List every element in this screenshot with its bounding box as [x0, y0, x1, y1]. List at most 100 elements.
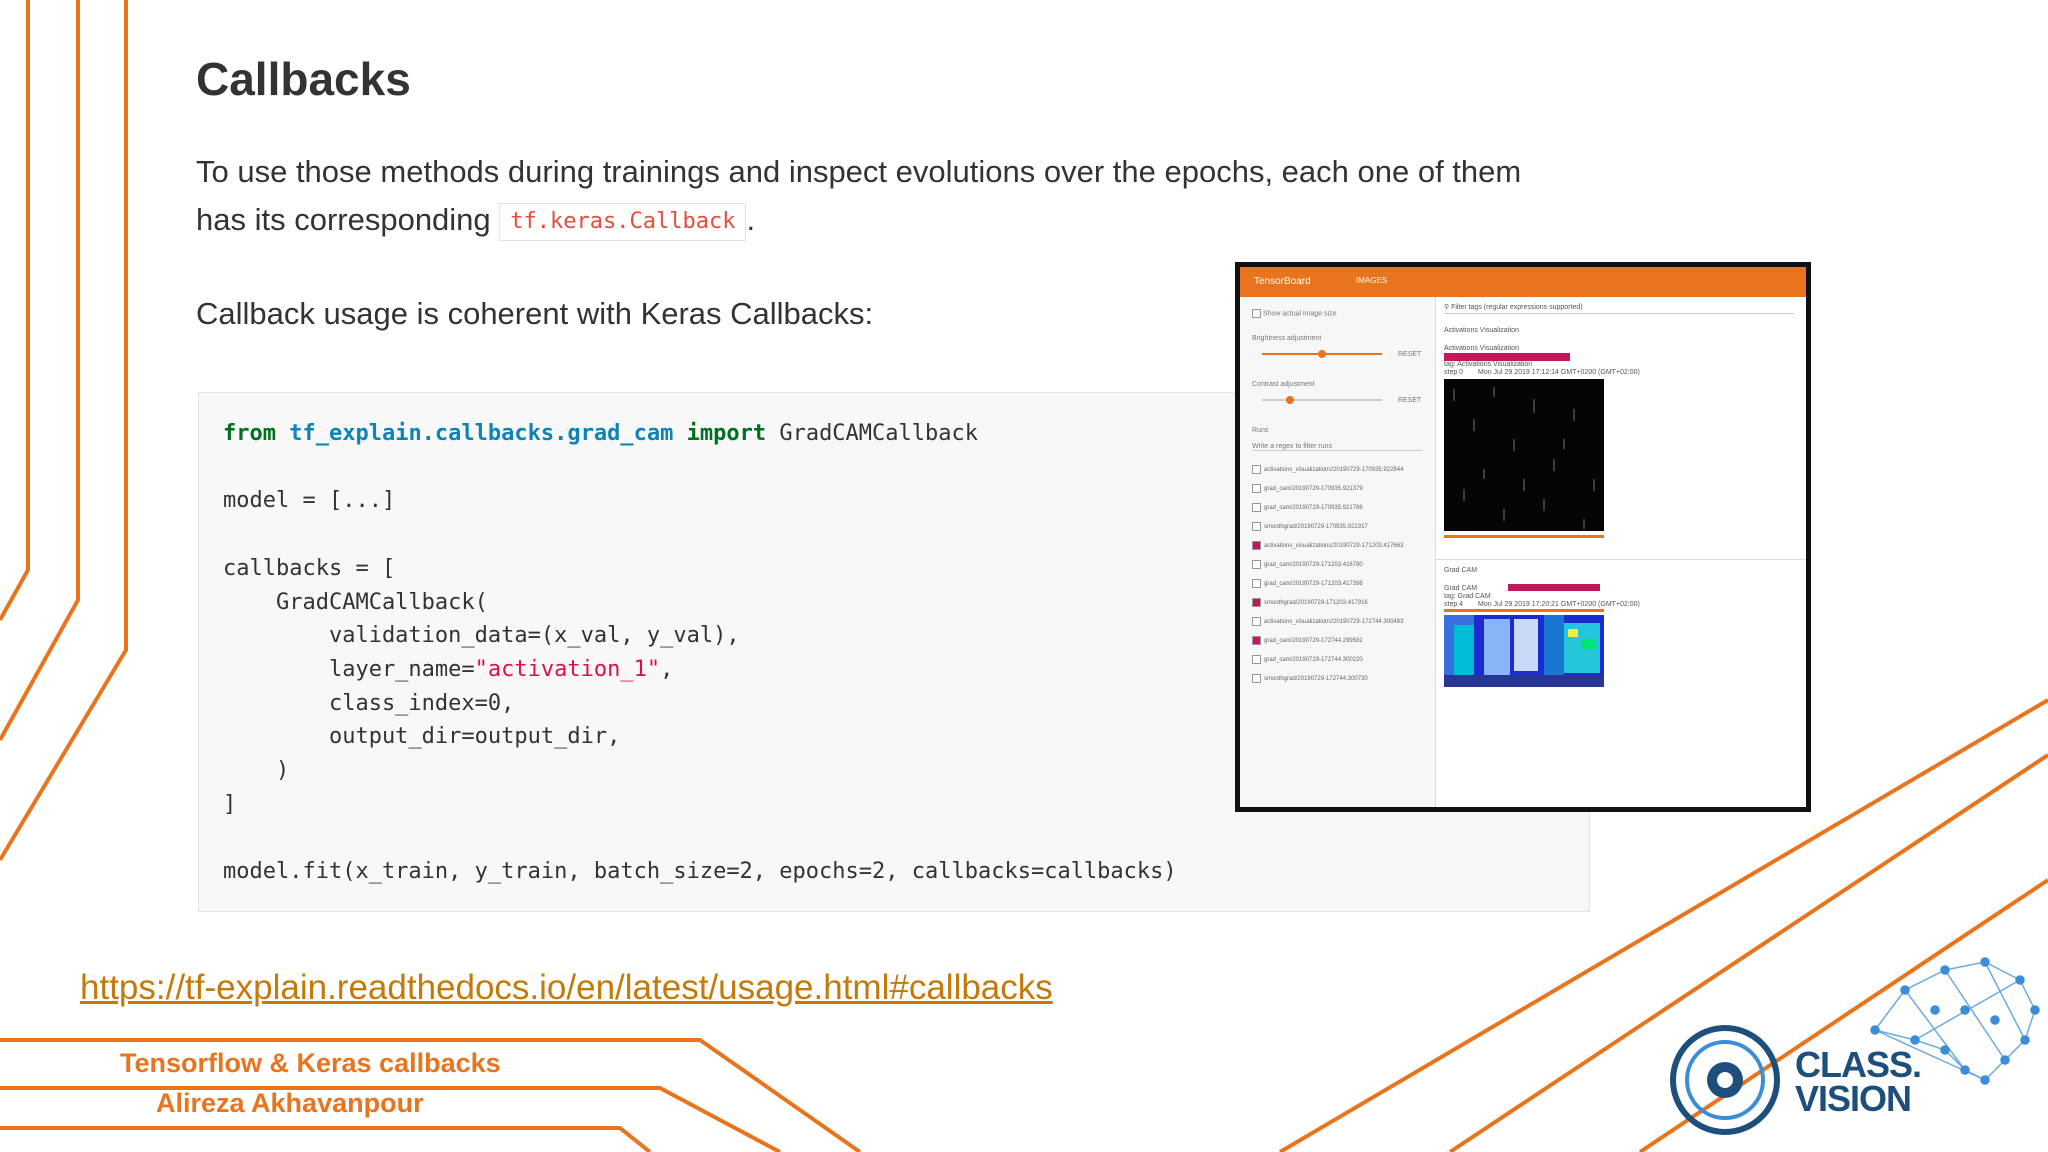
run-item[interactable]: smoothgrad/20190729-171203.417916: [1252, 598, 1432, 607]
filter-tags-placeholder: Filter tags (regular expressions support…: [1451, 304, 1583, 311]
section-divider: [1436, 559, 1806, 560]
intro-line2: has its corresponding: [196, 202, 491, 237]
card1-step: step 0: [1444, 369, 1464, 376]
brightness-reset[interactable]: RESET: [1398, 351, 1421, 358]
usage-paragraph: Callback usage is coherent with Keras Ca…: [196, 296, 874, 331]
contrast-label: Contrast adjustment: [1252, 381, 1315, 388]
tensorboard-screenshot: TensorBoard IMAGES Show actual image siz…: [1235, 262, 1811, 812]
run-item[interactable]: grad_cam/20190729-171203.416780: [1252, 560, 1432, 569]
search-icon: ⚲: [1444, 304, 1450, 311]
section-activations[interactable]: Activations Visualization: [1444, 327, 1519, 334]
run-label: smoothgrad/20190729-171203.417916: [1264, 600, 1368, 607]
brand-name: CLASS. VISION: [1795, 1047, 1922, 1119]
slide-title: Callbacks: [196, 53, 411, 105]
run-label: activations_visualizations/20190729-1727…: [1264, 619, 1404, 626]
run-checkbox[interactable]: [1252, 484, 1261, 493]
show-size-option[interactable]: Show actual image size: [1252, 309, 1337, 318]
run-checkbox[interactable]: [1252, 579, 1261, 588]
code-line-layer: layer_name=: [223, 656, 475, 682]
tensorboard-topbar: TensorBoard IMAGES: [1240, 267, 1806, 297]
footer-title: Tensorflow & Keras callbacks: [120, 1048, 501, 1078]
filter-tags-input[interactable]: ⚲ Filter tags (regular expressions suppo…: [1444, 303, 1794, 314]
run-label: smoothgrad/20190729-172744.300730: [1264, 676, 1368, 683]
card1-title: Activations Visualization: [1444, 345, 1519, 352]
card2-date: Mon Jul 29 2019 17:20:21 GMT+0200 (GMT+0…: [1478, 601, 1640, 608]
run-label: grad_cam/20190729-170935.921379: [1264, 486, 1363, 493]
footer-author: Alireza Akhavanpour: [156, 1088, 424, 1118]
card1-date: Mon Jul 29 2019 17:12:14 GMT+0200 (GMT+0…: [1478, 369, 1640, 376]
inline-code-callback: tf.keras.Callback: [499, 202, 747, 241]
run-checkbox[interactable]: [1252, 617, 1261, 626]
code-line-close-paren: ): [223, 758, 290, 784]
gradcam-heatmap-image: [1444, 615, 1604, 687]
code-layer-comma: ,: [660, 656, 674, 682]
runs-filter-input[interactable]: Write a regex to filter runs: [1252, 443, 1422, 451]
docs-link[interactable]: https://tf-explain.readthedocs.io/en/lat…: [80, 968, 1053, 1008]
run-item[interactable]: grad_cam/20190729-172744.299582: [1252, 636, 1432, 645]
code-line-ctor: GradCAMCallback(: [223, 589, 488, 615]
brand-line2: VISION: [1795, 1078, 1912, 1119]
run-item[interactable]: grad_cam/20190729-170935.921786: [1252, 503, 1432, 512]
code-kw-from: from: [223, 421, 276, 446]
run-item[interactable]: smoothgrad/20190729-170935.922317: [1252, 522, 1432, 531]
run-checkbox[interactable]: [1252, 655, 1261, 664]
intro-suffix: .: [746, 202, 756, 237]
run-label: grad_cam/20190729-170935.921786: [1264, 505, 1363, 512]
run-checkbox[interactable]: [1252, 674, 1261, 683]
run-label: grad_cam/20190729-172744.300220: [1264, 657, 1363, 664]
contrast-slider[interactable]: [1262, 399, 1382, 401]
activation-image: [1444, 379, 1604, 531]
intro-paragraph: To use those methods during trainings an…: [196, 148, 1596, 244]
run-checkbox[interactable]: [1252, 598, 1261, 607]
code-text: from tf_explain.callbacks.grad_cam impor…: [223, 417, 1177, 889]
code-line-close-bracket: ]: [223, 791, 237, 817]
code-line-class: class_index=0,: [223, 690, 515, 716]
card2-step: step 4: [1444, 601, 1464, 608]
run-label: activations_visualizations/20190729-1709…: [1264, 467, 1404, 474]
run-item[interactable]: grad_cam/20190729-172744.300220: [1252, 655, 1432, 664]
run-item[interactable]: activations_visualizations/20190729-1709…: [1252, 465, 1432, 474]
contrast-reset[interactable]: RESET: [1398, 397, 1421, 404]
run-item[interactable]: activations_visualizations/20190729-1727…: [1252, 617, 1432, 626]
tensorboard-sidebar: Show actual image size Brightness adjust…: [1240, 297, 1436, 807]
eye-emblem: [1670, 1025, 1780, 1135]
show-size-checkbox[interactable]: [1252, 309, 1261, 318]
code-line-val: validation_data=(x_val, y_val),: [223, 623, 740, 649]
run-label: grad_cam/20190729-172744.299582: [1264, 638, 1363, 645]
run-item[interactable]: grad_cam/20190729-170935.921379: [1252, 484, 1432, 493]
contrast-slider-handle[interactable]: [1286, 396, 1294, 404]
card1-tag: tag: Activations Visualization: [1444, 361, 1533, 368]
section-gradcam[interactable]: Grad CAM: [1444, 567, 1477, 574]
card2-tag: tag: Grad CAM: [1444, 593, 1491, 600]
run-checkbox[interactable]: [1252, 465, 1261, 474]
code-layer-string: "activation_1": [474, 656, 661, 682]
show-size-label: Show actual image size: [1262, 310, 1337, 318]
card2-run-badge: [1508, 584, 1600, 591]
code-line-fit: model.fit(x_train, y_train, batch_size=2…: [223, 859, 1177, 885]
card2-title: Grad CAM: [1444, 585, 1478, 592]
code-line-output: output_dir=output_dir,: [223, 724, 621, 750]
tensorboard-title: TensorBoard: [1254, 276, 1311, 287]
card1-step-slider[interactable]: [1444, 535, 1604, 538]
brightness-label: Brightness adjustment: [1252, 335, 1322, 342]
brightness-slider-handle[interactable]: [1318, 350, 1326, 358]
tensorboard-tab-images[interactable]: IMAGES: [1356, 276, 1387, 285]
code-line-model: model = [...]: [223, 488, 396, 514]
run-label: grad_cam/20190729-171203.416780: [1264, 562, 1363, 569]
code-kw-import: import: [686, 421, 767, 446]
run-checkbox[interactable]: [1252, 636, 1261, 645]
intro-line1: To use those methods during trainings an…: [196, 154, 1522, 189]
card2-step-slider[interactable]: [1444, 609, 1604, 612]
runs-heading: Runs: [1252, 427, 1269, 434]
run-checkbox[interactable]: [1252, 522, 1261, 531]
run-item[interactable]: grad_cam/20190729-171203.417396: [1252, 579, 1432, 588]
run-item[interactable]: smoothgrad/20190729-172744.300730: [1252, 674, 1432, 683]
code-line-callbacks: callbacks = [: [223, 555, 396, 581]
run-checkbox[interactable]: [1252, 541, 1261, 550]
run-checkbox[interactable]: [1252, 503, 1261, 512]
card1-run-badge: [1444, 353, 1570, 361]
code-module: tf_explain.callbacks.grad_cam: [289, 421, 674, 446]
run-item[interactable]: activations_visualizations/20190729-1712…: [1252, 541, 1432, 550]
run-label: activations_visualizations/20190729-1712…: [1264, 543, 1404, 550]
run-checkbox[interactable]: [1252, 560, 1261, 569]
